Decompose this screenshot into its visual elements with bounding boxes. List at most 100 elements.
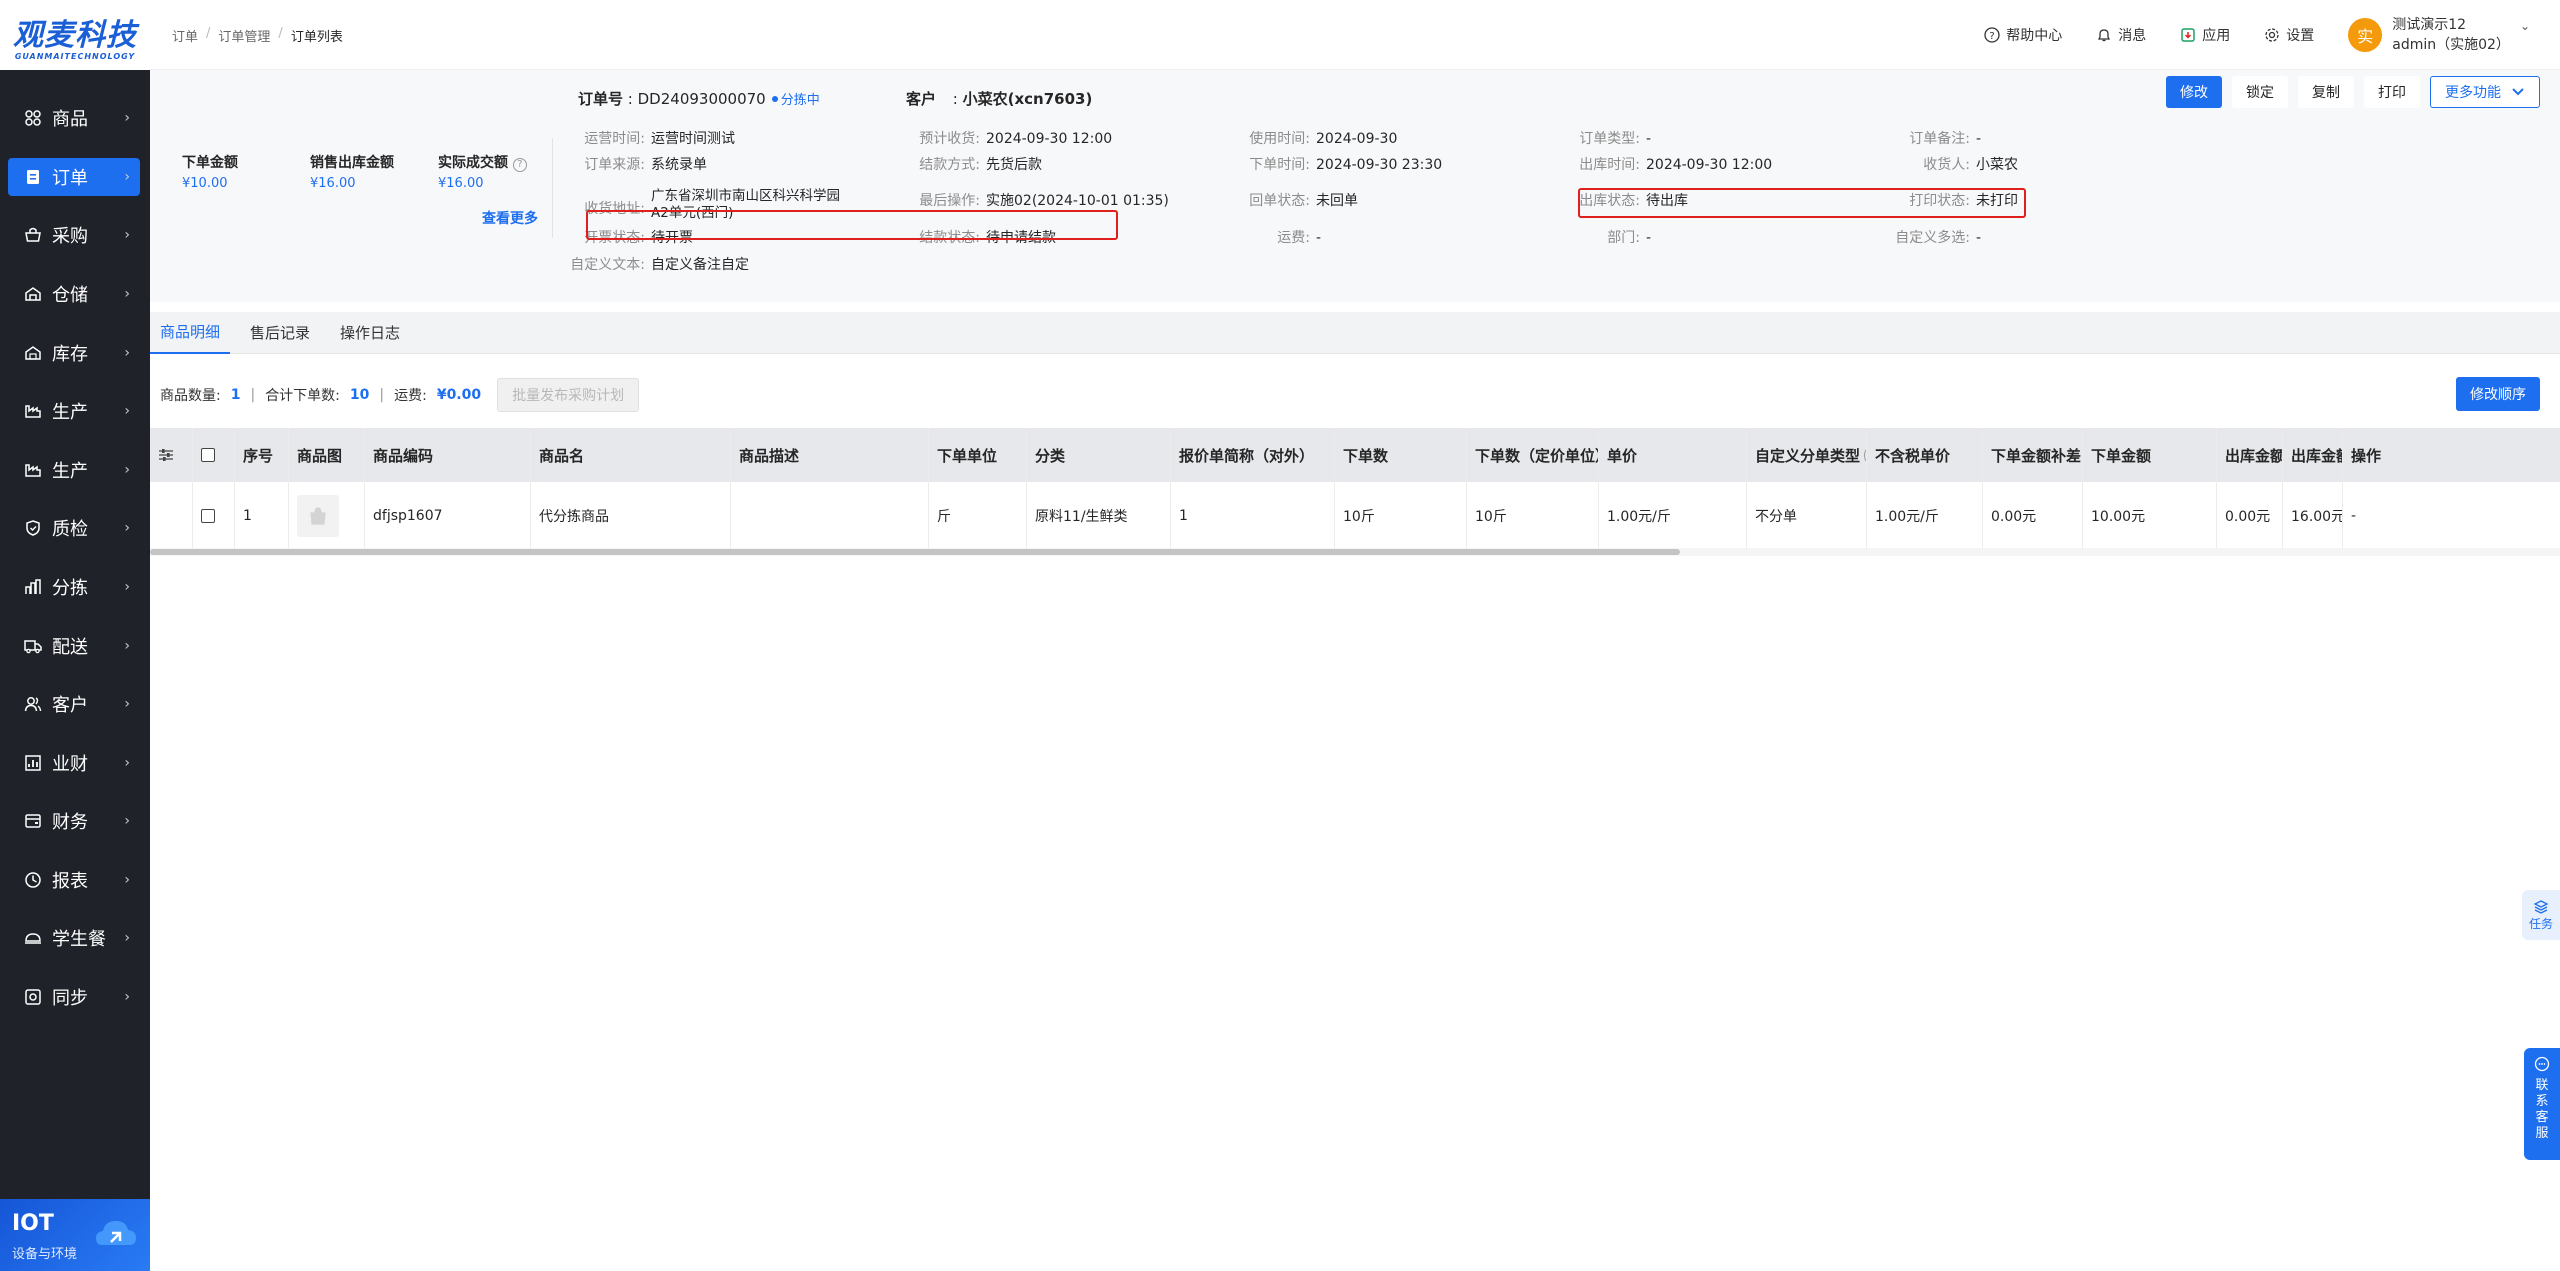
more-functions-button[interactable]: 更多功能: [2430, 76, 2540, 108]
column-header: 分类: [1026, 428, 1170, 482]
field-value: -: [1646, 131, 1652, 147]
apps-button[interactable]: 应用: [2180, 25, 2230, 45]
sidebar-item[interactable]: 业财 ›: [8, 744, 140, 782]
tab-product-detail[interactable]: 商品明细: [150, 312, 231, 354]
inventory-icon: [22, 342, 44, 364]
field-value: -: [1976, 131, 1982, 147]
status-dot: [771, 96, 778, 102]
freight-label: 运费:: [394, 388, 427, 404]
table-cell: 代分拣商品: [530, 482, 730, 549]
checkbox[interactable]: [201, 448, 215, 462]
sidebar-item-label: 报表: [52, 871, 88, 892]
contact-support-button[interactable]: 联 系 客 服: [2524, 1048, 2560, 1160]
see-more-link[interactable]: 查看更多: [482, 208, 538, 228]
settings-button[interactable]: 设置: [2264, 25, 2314, 45]
sidebar-item[interactable]: 生产 ›: [8, 451, 140, 489]
order-amount-label: 下单金额: [182, 155, 238, 171]
task-float-button[interactable]: 任务: [2522, 890, 2560, 940]
field-dept: 部门: -: [1560, 227, 1651, 247]
sidebar-item[interactable]: 同步 ›: [8, 978, 140, 1016]
user-name: 测试演示12: [2392, 17, 2467, 33]
tab-after-sales[interactable]: 售后记录: [240, 312, 320, 354]
copy-button[interactable]: 复制: [2298, 76, 2354, 108]
column-settings[interactable]: [150, 428, 192, 482]
horizontal-scrollbar[interactable]: [150, 548, 2560, 556]
tab-operation-log[interactable]: 操作日志: [330, 312, 410, 354]
breadcrumb-item[interactable]: 订单: [172, 26, 198, 45]
sidebar-item[interactable]: 库存 ›: [8, 334, 140, 372]
scrollbar-thumb[interactable]: [150, 549, 1680, 555]
lock-button[interactable]: 锁定: [2232, 76, 2288, 108]
field-label: 部门:: [1607, 230, 1640, 246]
sidebar-item-label: 生产: [52, 402, 88, 423]
product-table: 序号 商品图 商品编码 商品名 商品描述 下单单位 分类 报价单简称（对外） 下单数 下单数（定价…: [150, 428, 2560, 550]
chevron-right-icon: ›: [124, 462, 130, 478]
field-label: 回单状态:: [1249, 193, 1310, 209]
sidebar-item[interactable]: 财务 ›: [8, 802, 140, 840]
messages-button[interactable]: 消息: [2096, 25, 2146, 45]
chevron-down-icon: [2512, 88, 2524, 96]
sidebar-item[interactable]: 采购 ›: [8, 216, 140, 254]
sidebar-item[interactable]: 学生餐 ›: [8, 919, 140, 957]
table-cell: 斤: [928, 482, 1026, 549]
order-amount-value: ¥10.00: [182, 176, 228, 191]
column-header: 报价单简称（对外）: [1170, 428, 1334, 482]
chevron-right-icon: ›: [124, 755, 130, 771]
table-header: 序号 商品图 商品编码 商品名 商品描述 下单单位 分类 报价单简称（对外） 下单数 下单数（定价…: [150, 428, 2560, 482]
sidebar-item[interactable]: 仓储 ›: [8, 275, 140, 313]
sidebar-item-label: 业财: [52, 754, 88, 775]
chevron-right-icon: ›: [124, 696, 130, 712]
table-cell: 1.00元/斤: [1866, 482, 1982, 549]
field-custom-text: 自定义文本: 自定义备注自定: [565, 254, 749, 274]
help-center-button[interactable]: ? 帮助中心: [1984, 25, 2062, 45]
field-label: 自定义文本:: [570, 257, 645, 273]
apps-icon: [2181, 28, 2195, 42]
sidebar-item[interactable]: 客户 ›: [8, 685, 140, 723]
help-icon[interactable]: ?: [512, 158, 527, 172]
table-cell: 16.00元: [2282, 482, 2342, 549]
field-value: 小菜农: [1976, 157, 2018, 173]
sales-out-amount: 销售出库金额 ¥16.00: [310, 152, 394, 191]
select-all-checkbox[interactable]: [192, 428, 234, 482]
batch-publish-button[interactable]: 批量发布采购计划: [497, 378, 640, 412]
table-cell: 0.00元: [1982, 482, 2082, 549]
sidebar-item-label: 财务: [52, 812, 88, 833]
sidebar-item[interactable]: 报表 ›: [8, 861, 140, 899]
sidebar-item[interactable]: 订单 ›: [8, 158, 140, 196]
row-checkbox[interactable]: [201, 508, 215, 523]
breadcrumb-item[interactable]: 订单管理: [218, 26, 270, 45]
chevron-right-icon: ›: [124, 930, 130, 946]
sidebar-item[interactable]: 分拣 ›: [8, 568, 140, 606]
purchase-icon: [22, 224, 44, 246]
sidebar-item-label: 订单: [52, 168, 88, 189]
sliders-icon: [159, 449, 173, 461]
chevron-right-icon: ›: [124, 989, 130, 1005]
column-header: 商品编码: [364, 428, 530, 482]
sidebar-item[interactable]: 配送 ›: [8, 627, 140, 665]
logo[interactable]: 观麦科技 GUANMAITECHNOLOGY: [0, 0, 150, 70]
order-amount: 下单金额 ¥10.00: [182, 152, 238, 191]
chevron-down-icon: ⌄: [2519, 19, 2530, 33]
customer: 客户 : 小菜农(xcn7603): [906, 90, 1093, 108]
customer-value[interactable]: 小菜农(xcn7603): [963, 90, 1093, 108]
edit-button[interactable]: 修改: [2166, 76, 2222, 108]
iot-panel[interactable]: IOT 设备与环境: [0, 1199, 150, 1271]
sidebar-item-label: 采购: [52, 226, 88, 247]
print-button[interactable]: 打印: [2364, 76, 2420, 108]
field-label: 下单时间:: [1249, 157, 1310, 173]
separator: |: [250, 387, 256, 403]
more-functions-label: 更多功能: [2445, 85, 2501, 101]
sidebar-item[interactable]: 质检 ›: [8, 509, 140, 547]
sidebar-item[interactable]: 商品 ›: [8, 99, 140, 137]
chevron-right-icon: ›: [124, 813, 130, 829]
layers-icon: [2533, 899, 2549, 914]
user-menu[interactable]: 实 测试演示12 admin（实施02） ⌄: [2348, 15, 2530, 55]
detail-tabs: 商品明细 售后记录 操作日志: [150, 312, 2560, 354]
reorder-button[interactable]: 修改顺序: [2456, 377, 2540, 411]
order-header: 下单金额 ¥10.00 销售出库金额 ¥16.00 实际成交额 ? ¥16.00…: [150, 70, 2560, 302]
column-header: 序号: [234, 428, 288, 482]
field-value: 系统录单: [651, 157, 707, 173]
sidebar-item[interactable]: 生产 ›: [8, 392, 140, 430]
field-value: -: [1646, 230, 1652, 246]
order-number-value: DD24093000070: [637, 90, 766, 108]
